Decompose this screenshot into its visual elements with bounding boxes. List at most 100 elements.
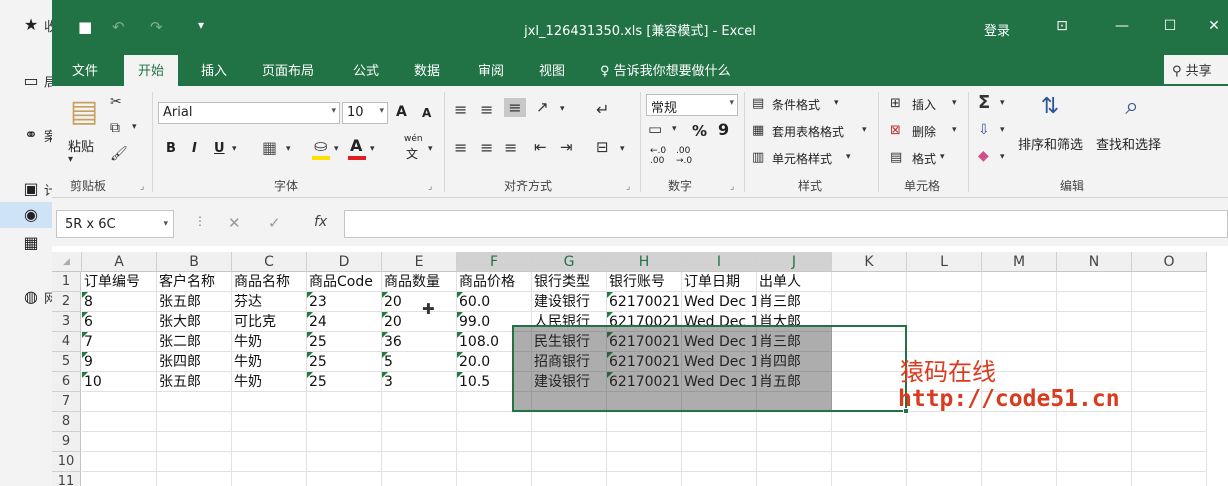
clear-dropdown-icon[interactable]: ▾ — [1000, 152, 1005, 162]
cell-L3[interactable] — [907, 312, 982, 332]
clear-icon[interactable]: ◆ — [978, 148, 989, 164]
cell-O11[interactable] — [1132, 472, 1207, 486]
merge-center-icon[interactable]: ⊟ — [596, 138, 609, 156]
cell-D8[interactable] — [307, 412, 382, 432]
cell-F10[interactable] — [457, 452, 532, 472]
cell-O1[interactable] — [1132, 272, 1207, 292]
percent-button[interactable]: % — [692, 122, 707, 140]
cell-G2[interactable]: 建设银行 — [532, 292, 607, 312]
cell-B8[interactable] — [157, 412, 232, 432]
select-all-corner[interactable]: ◢ — [52, 252, 82, 272]
cell-D4[interactable]: 25 — [307, 332, 382, 352]
share-button[interactable]: ⚲ 共享 — [1164, 55, 1228, 84]
cell-B10[interactable] — [157, 452, 232, 472]
underline-button[interactable]: U — [214, 141, 225, 156]
cell-styles-dropdown-icon[interactable]: ▾ — [846, 152, 851, 162]
format-as-table-button[interactable]: 套用表格格式 — [772, 123, 844, 140]
row-header-4[interactable]: 4 — [52, 332, 81, 352]
cell-J11[interactable] — [757, 472, 832, 486]
orientation-dropdown-icon[interactable]: ▾ — [560, 104, 565, 114]
find-select-button[interactable]: 查找和选择 — [1096, 134, 1161, 153]
cell-E5[interactable]: 5 — [382, 352, 457, 372]
paste-icon[interactable]: ▤ — [66, 94, 102, 134]
cell-J2[interactable]: 肖三郎 — [757, 292, 832, 312]
cell-H4[interactable]: 621700219 — [607, 332, 682, 352]
cell-I11[interactable] — [682, 472, 757, 486]
worksheet-grid[interactable]: ◢ A B C D E F G H I J K L M N O 1 2 3 4 5 6 7 8 9 10 11 订单编号 客户名称 商品名… — [52, 252, 1228, 486]
cell-A11[interactable] — [82, 472, 157, 486]
cell-E1[interactable]: 商品数量 — [382, 272, 457, 292]
cell-G11[interactable] — [532, 472, 607, 486]
font-size-combo[interactable]: 10 ▾ — [342, 102, 388, 124]
cell-F5[interactable]: 20.0 — [457, 352, 532, 372]
cell-J4[interactable]: 肖三郎 — [757, 332, 832, 352]
cell-G7[interactable] — [532, 392, 607, 412]
cell-D2[interactable]: 23 — [307, 292, 382, 312]
fill-dropdown-icon[interactable]: ▾ — [1000, 125, 1005, 135]
cell-D9[interactable] — [307, 432, 382, 452]
cell-styles-button[interactable]: 单元格样式 — [772, 150, 832, 167]
tab-formulas[interactable]: 公式 — [353, 60, 379, 79]
accounting-format-icon[interactable]: ▭ — [648, 120, 662, 138]
row-header-11[interactable]: 11 — [52, 472, 81, 486]
cell-C3[interactable]: 可比克 — [232, 312, 307, 332]
cell-C7[interactable] — [232, 392, 307, 412]
conditional-format-button[interactable]: 条件格式 — [772, 96, 820, 113]
align-bottom-icon[interactable]: ≡ — [504, 98, 526, 117]
row-header-2[interactable]: 2 — [52, 292, 81, 312]
accounting-dropdown-icon[interactable]: ▾ — [672, 124, 677, 134]
format-cells-button[interactable]: 格式 — [912, 150, 936, 167]
cell-H3[interactable]: 621700219 — [607, 312, 682, 332]
cell-G3[interactable]: 人民银行 — [532, 312, 607, 332]
row-header-5[interactable]: 5 — [52, 352, 81, 372]
cell-K5[interactable] — [832, 352, 907, 372]
cell-B5[interactable]: 张四郎 — [157, 352, 232, 372]
borders-icon[interactable]: ▦ — [262, 138, 277, 157]
formula-input[interactable] — [344, 210, 1228, 238]
cell-L9[interactable] — [907, 432, 982, 452]
cell-L4[interactable] — [907, 332, 982, 352]
cell-O8[interactable] — [1132, 412, 1207, 432]
cell-E11[interactable] — [382, 472, 457, 486]
column-header-K[interactable]: K — [832, 252, 907, 272]
star-icon[interactable]: ★ — [20, 14, 42, 36]
cell-D7[interactable] — [307, 392, 382, 412]
grid-icon[interactable]: ▦ — [20, 232, 42, 254]
cell-O10[interactable] — [1132, 452, 1207, 472]
cell-M11[interactable] — [982, 472, 1057, 486]
comma-button[interactable]: 9 — [718, 120, 729, 139]
cell-A3[interactable]: 6 — [82, 312, 157, 332]
cell-L10[interactable] — [907, 452, 982, 472]
cell-K9[interactable] — [832, 432, 907, 452]
cell-M10[interactable] — [982, 452, 1057, 472]
cell-I7[interactable] — [682, 392, 757, 412]
row-header-10[interactable]: 10 — [52, 452, 81, 472]
delete-dropdown-icon[interactable]: ▾ — [952, 125, 957, 135]
cell-O7[interactable] — [1132, 392, 1207, 412]
cell-M3[interactable] — [982, 312, 1057, 332]
cell-H6[interactable]: 621700219 — [607, 372, 682, 392]
number-launcher-icon[interactable]: ⌟ — [730, 182, 734, 192]
cell-C4[interactable]: 牛奶 — [232, 332, 307, 352]
network-icon[interactable]: ⚭ — [20, 124, 42, 146]
cell-M9[interactable] — [982, 432, 1057, 452]
cancel-icon[interactable]: ✕ — [228, 214, 241, 232]
font-color-dropdown-icon[interactable]: ▾ — [370, 144, 375, 154]
cell-A4[interactable]: 7 — [82, 332, 157, 352]
orientation-icon[interactable]: ↗ — [536, 98, 549, 116]
decrease-decimal-button[interactable]: .00 →.0 — [676, 146, 692, 166]
copy-dropdown-icon[interactable]: ▾ — [132, 122, 137, 132]
column-header-E[interactable]: E — [382, 252, 457, 272]
column-header-M[interactable]: M — [982, 252, 1057, 272]
cell-H8[interactable] — [607, 412, 682, 432]
cell-J3[interactable]: 肖大郎 — [757, 312, 832, 332]
cell-B1[interactable]: 客户名称 — [157, 272, 232, 292]
increase-indent-icon[interactable]: ⇥ — [560, 138, 573, 156]
grow-font-button[interactable]: A — [396, 104, 407, 120]
cell-I9[interactable] — [682, 432, 757, 452]
column-header-L[interactable]: L — [907, 252, 982, 272]
cell-M1[interactable] — [982, 272, 1057, 292]
fill-icon[interactable]: ⇩ — [978, 122, 990, 138]
row-header-7[interactable]: 7 — [52, 392, 81, 412]
merge-dropdown-icon[interactable]: ▾ — [620, 144, 625, 154]
